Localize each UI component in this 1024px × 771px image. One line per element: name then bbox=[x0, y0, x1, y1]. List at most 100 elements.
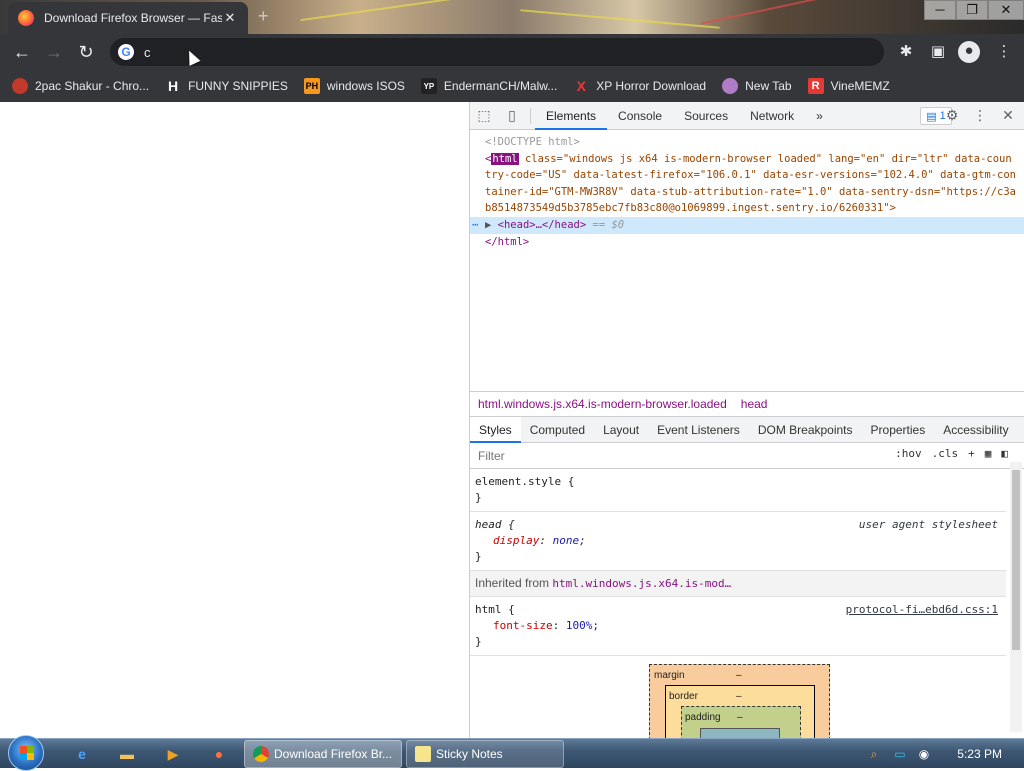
settings-gear-icon[interactable]: ⚙ bbox=[938, 102, 966, 130]
element-style-selector[interactable]: element.style { bbox=[475, 474, 1001, 490]
html-tag-name: html bbox=[491, 152, 519, 165]
html-rule: html { protocol-fi…ebd6d.css:1 font-size… bbox=[470, 597, 1006, 656]
message-icon: ▤ bbox=[926, 110, 937, 123]
bookmark-item[interactable]: New Tab bbox=[722, 78, 792, 94]
stylesheet-link[interactable]: protocol-fi…ebd6d.css:1 bbox=[846, 602, 998, 618]
device-toolbar-icon[interactable]: ▯ bbox=[498, 102, 526, 130]
tab-event-listeners[interactable]: Event Listeners bbox=[648, 417, 749, 443]
tab-accessibility[interactable]: Accessibility bbox=[934, 417, 1017, 443]
reload-icon: ↻ bbox=[78, 41, 94, 62]
taskbar-sticky-notes[interactable]: Sticky Notes bbox=[406, 740, 564, 768]
address-input[interactable] bbox=[144, 44, 844, 60]
bookmark-vine-icon: R bbox=[807, 78, 824, 94]
bookmark-item[interactable]: 2pac Shakur - Chro... bbox=[12, 78, 149, 94]
volume-tray-icon[interactable]: ◉ bbox=[916, 746, 932, 762]
minimize-button[interactable]: ─ bbox=[924, 0, 956, 20]
tab-styles[interactable]: Styles bbox=[470, 416, 521, 443]
bookmark-label: 2pac Shakur - Chro... bbox=[35, 79, 150, 93]
head-declaration: display: none; bbox=[493, 534, 586, 547]
active-tab[interactable]: Download Firefox Browser — Fast, Private… bbox=[8, 2, 248, 34]
file-explorer-icon[interactable]: ▬ bbox=[117, 744, 137, 764]
close-devtools-icon[interactable]: ✕ bbox=[994, 102, 1022, 130]
windows-taskbar: e ▬ ▶ ● Download Firefox Br... Sticky No… bbox=[0, 735, 1024, 771]
tab-network[interactable]: Network bbox=[739, 102, 805, 130]
sticky-notes-icon bbox=[415, 746, 431, 762]
styles-subtabs: Styles Computed Layout Event Listeners D… bbox=[470, 416, 1024, 443]
tab-computed[interactable]: Computed bbox=[521, 417, 594, 443]
new-rule-icon[interactable]: + bbox=[968, 447, 975, 460]
more-tabs-icon[interactable]: » bbox=[805, 102, 834, 130]
bookmark-item[interactable]: H FUNNY SNIPPIES bbox=[165, 78, 288, 94]
styles-pane: element.style { } head { user agent styl… bbox=[470, 469, 1024, 656]
new-tab-button[interactable]: + bbox=[258, 6, 269, 27]
styles-scrollbar[interactable] bbox=[1010, 462, 1022, 732]
html-attributes: class="windows js x64 is-modern-browser … bbox=[485, 152, 1017, 215]
restore-button[interactable]: ❐ bbox=[956, 0, 988, 20]
internet-explorer-icon[interactable]: e bbox=[72, 744, 92, 764]
bookmark-item[interactable]: YP EndermanCH/Malw... bbox=[420, 78, 557, 94]
reload-button[interactable]: ↻ bbox=[70, 36, 102, 68]
tab-console[interactable]: Console bbox=[607, 102, 673, 130]
styles-filter-bar: :hov .cls + ▦ ◧ bbox=[470, 443, 1024, 469]
prop-value: none; bbox=[552, 534, 586, 547]
menu-kebab-icon[interactable]: ⋮ bbox=[994, 42, 1014, 62]
tab-elements[interactable]: Elements bbox=[535, 102, 608, 130]
monitor-tray-icon[interactable]: ▭ bbox=[892, 746, 908, 762]
dom-tree: <!DOCTYPE html> <html class="windows js … bbox=[470, 130, 1024, 391]
border-label: border bbox=[669, 691, 698, 702]
profile-avatar-icon[interactable]: ● bbox=[958, 41, 980, 63]
prop-name: font-size bbox=[493, 619, 553, 632]
address-bar[interactable]: G bbox=[110, 38, 884, 66]
firefox-icon bbox=[18, 10, 34, 26]
margin-value: – bbox=[736, 670, 742, 681]
forward-button[interactable]: → bbox=[38, 36, 70, 68]
bookmark-yp-icon: YP bbox=[420, 78, 437, 94]
tab-properties[interactable]: Properties bbox=[862, 417, 935, 443]
bookmark-label: XP Horror Download bbox=[596, 79, 707, 93]
inspect-element-icon[interactable]: ⬚ bbox=[470, 102, 498, 130]
breadcrumb-head[interactable]: head bbox=[741, 397, 768, 411]
tab-sources[interactable]: Sources bbox=[673, 102, 739, 130]
back-button[interactable]: ← bbox=[6, 36, 38, 68]
taskbar-clock[interactable]: 5:23 PM bbox=[957, 747, 1002, 761]
browser-toolbar: ← → ↻ G bbox=[0, 34, 1024, 70]
breadcrumb-html[interactable]: html.windows.js.x64.is-modern-browser.lo… bbox=[478, 397, 727, 411]
bookmark-item[interactable]: X XP Horror Download bbox=[573, 78, 707, 94]
devtools-menu-icon[interactable]: ⋮ bbox=[966, 102, 994, 130]
doctype-node[interactable]: <!DOCTYPE html> bbox=[470, 134, 1024, 151]
search-tray-icon[interactable]: ⌕ bbox=[866, 746, 882, 762]
html-node[interactable]: <html class="windows js x64 is-modern-br… bbox=[470, 151, 1024, 217]
html-declaration[interactable]: font-size: 100%; bbox=[475, 618, 1001, 634]
bookmark-newtab-icon bbox=[722, 78, 739, 94]
computed-styles-icon[interactable]: ▦ bbox=[985, 447, 992, 460]
extensions-icon[interactable]: ✱ bbox=[896, 42, 916, 62]
styles-filter-input[interactable] bbox=[478, 448, 838, 463]
class-toggle[interactable]: .cls bbox=[932, 447, 959, 460]
html-close-node[interactable]: </html> bbox=[470, 234, 1024, 251]
devtools-tabbar: ⬚ ▯ Elements Console Sources Network » ▤… bbox=[470, 102, 1024, 130]
bookmark-item[interactable]: R VineMEMZ bbox=[807, 78, 890, 94]
bookmark-x-icon: X bbox=[576, 78, 586, 94]
bookmark-item[interactable]: PH windows ISOS bbox=[303, 78, 405, 94]
back-arrow-icon: ← bbox=[13, 41, 31, 62]
close-window-button[interactable]: ✕ bbox=[988, 0, 1024, 20]
bookmarks-bar: 2pac Shakur - Chro... H FUNNY SNIPPIES PH wi… bbox=[0, 70, 1024, 102]
start-button[interactable] bbox=[8, 735, 44, 771]
tab-close-icon[interactable]: ✕ bbox=[222, 10, 238, 26]
tab-layout[interactable]: Layout bbox=[594, 417, 648, 443]
sidebar-toggle-icon[interactable]: ◧ bbox=[1001, 447, 1008, 460]
expand-triangle-icon[interactable]: ▶ bbox=[485, 219, 498, 231]
rule-close-brace: } bbox=[475, 635, 482, 648]
sidepanel-icon[interactable]: ▣ bbox=[928, 42, 948, 62]
scrollbar-thumb[interactable] bbox=[1012, 470, 1020, 650]
firefox-taskbar-icon[interactable]: ● bbox=[209, 744, 229, 764]
taskbar-chrome-window[interactable]: Download Firefox Br... bbox=[244, 740, 402, 768]
devtools-panel: ⬚ ▯ Elements Console Sources Network » ▤… bbox=[469, 102, 1024, 748]
tab-dom-breakpoints[interactable]: DOM Breakpoints bbox=[749, 417, 862, 443]
hover-state-toggle[interactable]: :hov bbox=[895, 447, 922, 460]
inherited-selector[interactable]: html.windows.js.x64.is-mod… bbox=[552, 577, 731, 590]
bookmark-label: VineMEMZ bbox=[830, 79, 890, 93]
filter-tools: :hov .cls + ▦ ◧ bbox=[885, 447, 1008, 460]
media-player-icon[interactable]: ▶ bbox=[163, 744, 183, 764]
head-node[interactable]: ⋯ ▶ <head>…</head> == $0 bbox=[470, 216, 1024, 234]
